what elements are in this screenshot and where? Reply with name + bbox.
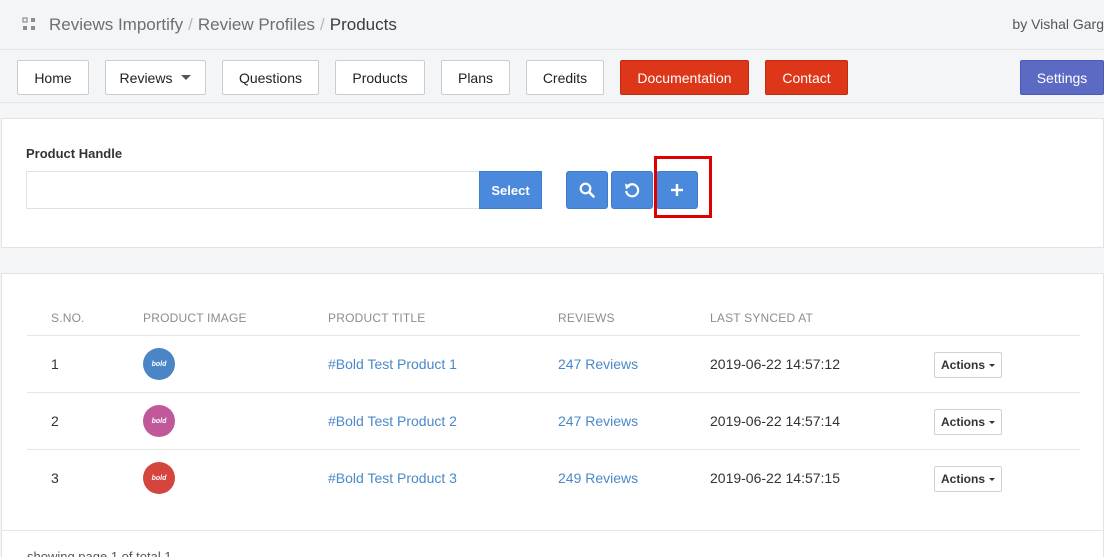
reset-button[interactable] xyxy=(611,171,653,209)
reset-icon xyxy=(625,183,640,198)
nav-plans-button[interactable]: Plans xyxy=(441,60,510,95)
column-header-title: PRODUCT TITLE xyxy=(328,311,426,325)
nav-questions-button[interactable]: Questions xyxy=(222,60,319,95)
product-image-text: bold xyxy=(151,474,167,482)
nav-credits-button[interactable]: Credits xyxy=(526,60,604,95)
product-title-link[interactable]: #Bold Test Product 2 xyxy=(328,413,457,429)
pagination-info: showing page 1 of total 1 xyxy=(27,549,172,557)
top-bar: Reviews Importify / Review Profiles / Produc… xyxy=(0,0,1104,50)
product-handle-input[interactable] xyxy=(26,171,480,209)
product-image: bold xyxy=(143,462,175,494)
last-synced: 2019-06-22 14:57:15 xyxy=(710,470,840,486)
actions-dropdown[interactable]: Actions xyxy=(934,409,1002,435)
select-button[interactable]: Select xyxy=(479,171,542,209)
row-sno: 1 xyxy=(51,356,59,372)
column-header-synced: LAST SYNCED AT xyxy=(710,311,814,325)
nav-contact-button[interactable]: Contact xyxy=(765,60,848,95)
row-sno: 2 xyxy=(51,413,59,429)
actions-label: Actions xyxy=(940,415,985,429)
products-table-card: S.NO. PRODUCT IMAGE PRODUCT TITLE REVIEW… xyxy=(1,273,1104,557)
breadcrumb-separator: / xyxy=(320,15,325,34)
product-handle-label: Product Handle xyxy=(26,146,123,161)
nav-products-button[interactable]: Products xyxy=(335,60,425,95)
product-title-link[interactable]: #Bold Test Product 3 xyxy=(328,470,457,486)
product-image-text: bold xyxy=(151,417,167,425)
nav-settings-button[interactable]: Settings xyxy=(1020,60,1104,95)
column-header-image: PRODUCT IMAGE xyxy=(143,311,247,325)
product-image-text: bold xyxy=(151,360,167,368)
breadcrumb-current: Products xyxy=(329,15,397,34)
last-synced: 2019-06-22 14:57:14 xyxy=(710,413,840,429)
chevron-down-icon xyxy=(181,75,192,80)
table-footer-divider xyxy=(2,530,1104,531)
column-header-sno: S.NO. xyxy=(51,311,85,325)
nav-reviews-label: Reviews xyxy=(119,69,173,86)
filter-card: Product Handle Select xyxy=(1,118,1104,248)
nav-documentation-button[interactable]: Documentation xyxy=(620,60,749,95)
row-divider xyxy=(27,335,1080,336)
author-credit: by Vishal Garg xyxy=(1012,16,1104,32)
reviews-link[interactable]: 247 Reviews xyxy=(558,413,638,429)
product-image: bold xyxy=(143,405,175,437)
product-image: bold xyxy=(143,348,175,380)
breadcrumb-review-profiles[interactable]: Review Profiles xyxy=(198,15,315,34)
reviews-link[interactable]: 249 Reviews xyxy=(558,470,638,486)
highlight-box xyxy=(654,156,712,218)
actions-label: Actions xyxy=(940,358,985,372)
row-sno: 3 xyxy=(51,470,59,486)
chevron-down-icon xyxy=(989,477,995,481)
row-divider xyxy=(27,449,1080,450)
nav-reviews-dropdown[interactable]: Reviews xyxy=(105,60,206,95)
nav-bar: Home Reviews Questions Products Plans Cr… xyxy=(0,51,1104,103)
nav-home-button[interactable]: Home xyxy=(17,60,89,95)
last-synced: 2019-06-22 14:57:12 xyxy=(710,356,840,372)
actions-label: Actions xyxy=(940,472,985,486)
breadcrumb-separator: / xyxy=(188,15,193,34)
apps-grid-icon[interactable] xyxy=(22,17,36,31)
row-divider xyxy=(27,392,1080,393)
search-icon xyxy=(579,182,595,198)
product-title-link[interactable]: #Bold Test Product 1 xyxy=(328,356,457,372)
column-header-reviews: REVIEWS xyxy=(558,311,615,325)
breadcrumb-app[interactable]: Reviews Importify xyxy=(49,15,183,34)
actions-dropdown[interactable]: Actions xyxy=(934,466,1002,492)
chevron-down-icon xyxy=(989,363,995,367)
breadcrumb: Reviews Importify / Review Profiles / Produc… xyxy=(49,15,397,35)
chevron-down-icon xyxy=(989,420,995,424)
actions-dropdown[interactable]: Actions xyxy=(934,352,1002,378)
search-button[interactable] xyxy=(566,171,608,209)
reviews-link[interactable]: 247 Reviews xyxy=(558,356,638,372)
